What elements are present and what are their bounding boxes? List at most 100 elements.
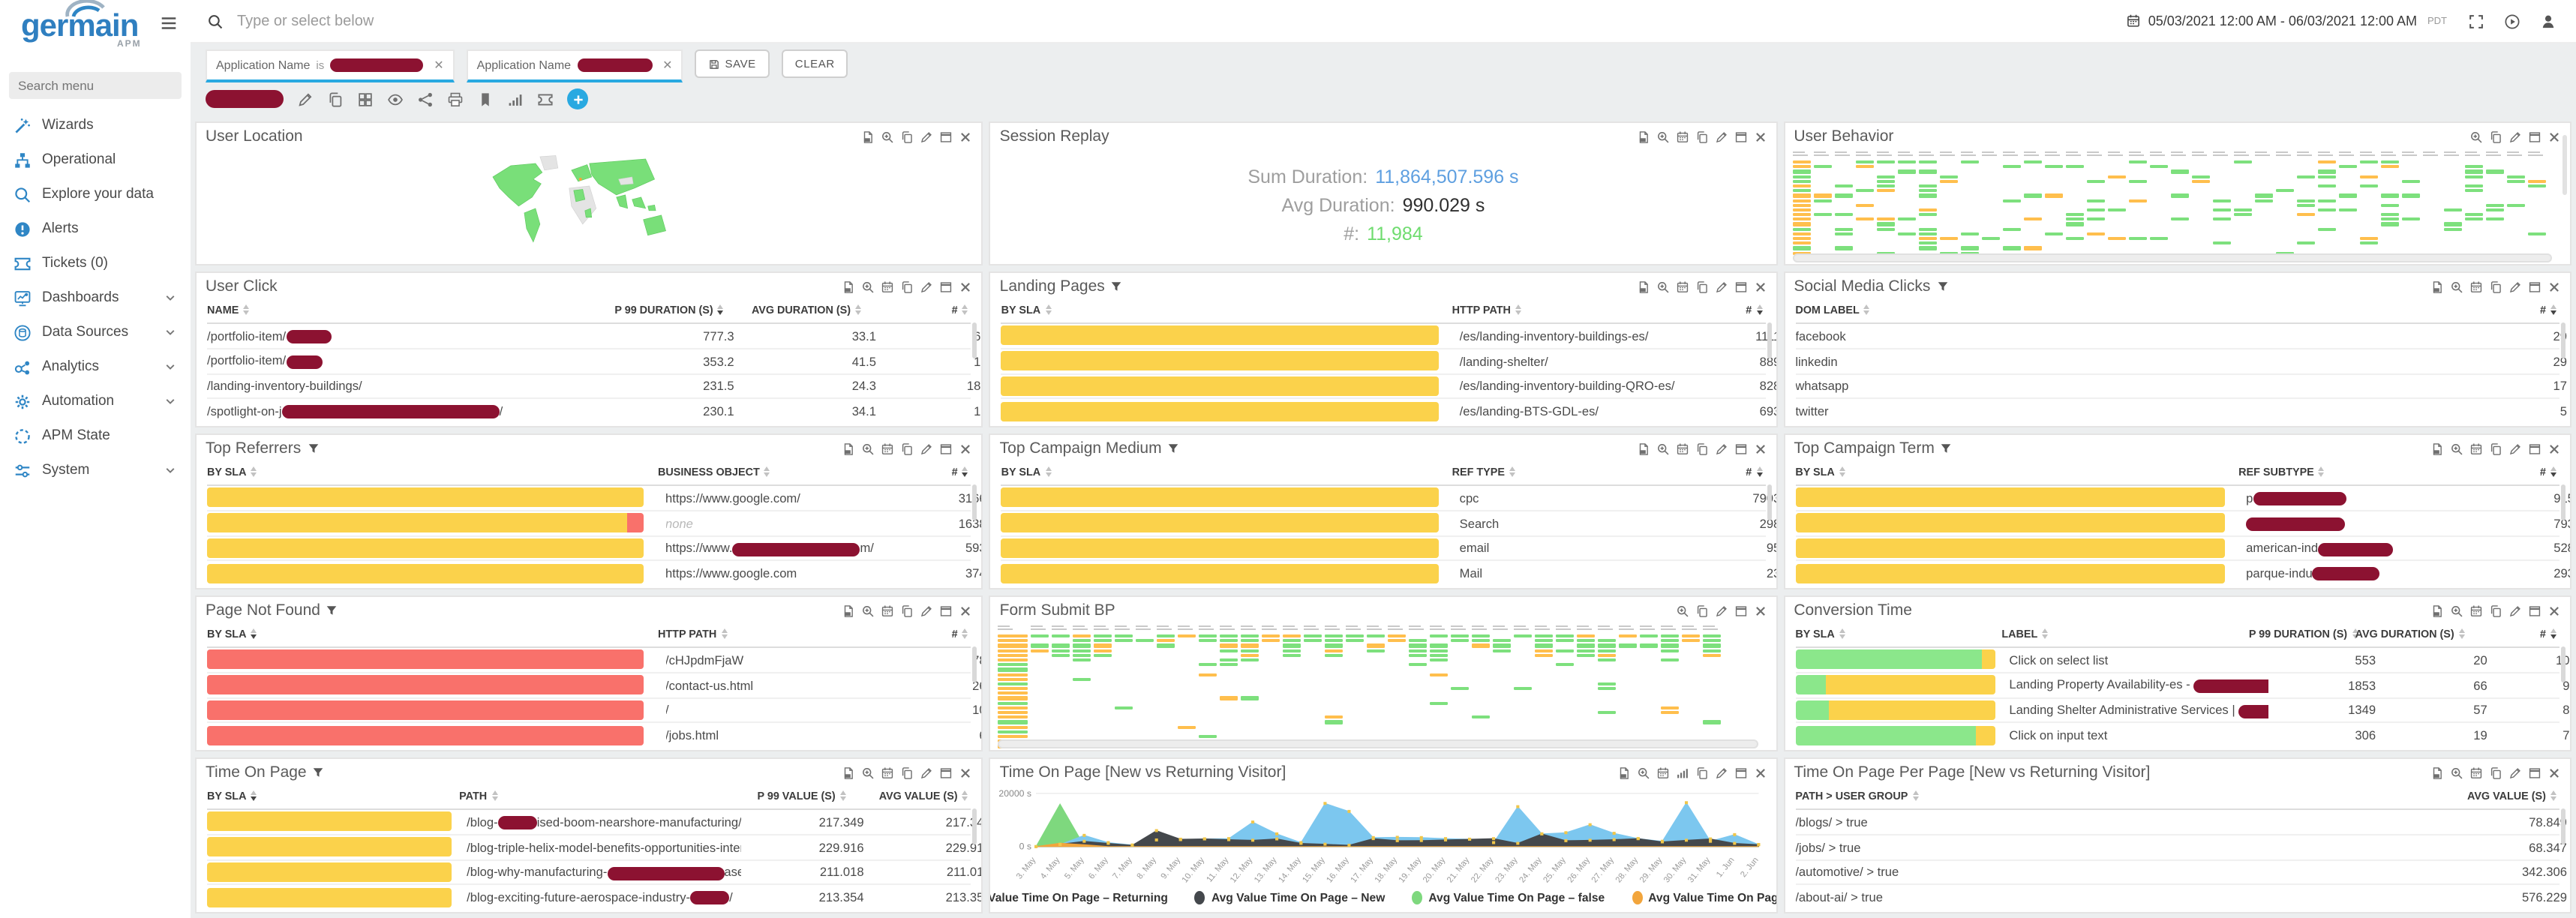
calendar-icon[interactable]	[881, 766, 895, 779]
scrollbar[interactable]	[973, 646, 977, 682]
sidebar-item-explore-your-data[interactable]: Explore your data	[0, 177, 191, 212]
window-icon[interactable]	[940, 766, 953, 779]
csv-icon[interactable]	[862, 130, 875, 143]
zoom-icon[interactable]	[1656, 442, 1669, 455]
eye-icon[interactable]	[387, 91, 404, 107]
table-row[interactable]: https://www.m/593	[207, 536, 971, 562]
filter-funnel-icon[interactable]	[1111, 280, 1123, 292]
window-icon[interactable]	[940, 604, 953, 617]
legend-item[interactable]: Avg Value Time On Page – false	[1412, 891, 1605, 904]
column-header[interactable]: NAME	[207, 303, 574, 316]
window-icon[interactable]	[1734, 604, 1747, 617]
csv-icon[interactable]	[842, 280, 856, 293]
window-icon[interactable]	[1734, 280, 1747, 293]
column-header[interactable]: BY SLA	[1795, 627, 2001, 640]
table-row[interactable]: cpc7903	[1001, 486, 1766, 512]
window-icon[interactable]	[2528, 130, 2541, 143]
copy-icon[interactable]	[1695, 766, 1708, 779]
copy-icon[interactable]	[901, 280, 914, 293]
column-header[interactable]: REF SUBTYPE	[2238, 465, 2498, 478]
table-row[interactable]: /landing-shelter/889	[1001, 350, 1766, 375]
zoom-icon[interactable]	[1675, 604, 1689, 617]
window-icon[interactable]	[2528, 442, 2541, 455]
sidebar-item-tickets-0[interactable]: Tickets (0)	[0, 246, 191, 280]
column-header[interactable]: #	[2498, 303, 2559, 316]
table-row[interactable]: facebook29	[1795, 324, 2559, 350]
close-icon[interactable]	[959, 766, 973, 779]
column-header[interactable]: BY SLA	[207, 789, 459, 802]
close-icon[interactable]	[2547, 766, 2561, 779]
table-row[interactable]: /es/landing-BTS-GDL-es/693	[1001, 400, 1766, 424]
pencil-icon[interactable]	[297, 91, 314, 107]
column-header[interactable]: BY SLA	[1001, 465, 1452, 478]
table-row[interactable]: /portfolio-item/777.333.167	[207, 324, 971, 350]
pencil-icon[interactable]	[920, 604, 934, 617]
csv-icon[interactable]	[1636, 130, 1650, 143]
table-row[interactable]: /es/landing-inventory-buildings-es/1111	[1001, 324, 1766, 350]
pencil-icon[interactable]	[920, 130, 934, 143]
horizontal-scrollbar[interactable]	[1792, 254, 2552, 262]
column-header[interactable]: BUSINESS OBJECT	[658, 465, 910, 478]
column-header[interactable]: DOM LABEL	[1795, 303, 2498, 316]
table-row[interactable]: Landing Property Availability-es - 18536…	[1795, 674, 2559, 699]
sidebar-item-dashboards[interactable]: Dashboards	[0, 280, 191, 315]
copy-icon[interactable]	[901, 130, 914, 143]
fullscreen-icon[interactable]	[2468, 13, 2484, 29]
copy-icon[interactable]	[901, 766, 914, 779]
sidebar-item-analytics[interactable]: Analytics	[0, 350, 191, 384]
close-icon[interactable]	[2547, 442, 2561, 455]
pencil-icon[interactable]	[920, 766, 934, 779]
pencil-icon[interactable]	[1714, 130, 1728, 143]
column-header[interactable]: #	[910, 465, 971, 478]
column-header[interactable]: HTTP PATH	[658, 627, 910, 640]
zoom-icon[interactable]	[2450, 604, 2463, 617]
pencil-icon[interactable]	[1714, 766, 1728, 779]
time-on-page-area-chart[interactable]: 20000 s0 s3. May4. May5. May6. May7. May…	[991, 783, 1776, 912]
window-icon[interactable]	[2528, 280, 2541, 293]
filter-funnel-icon[interactable]	[1941, 442, 1953, 454]
table-row[interactable]: https://www.google.com374	[207, 562, 971, 586]
window-icon[interactable]	[2528, 604, 2541, 617]
csv-icon[interactable]	[1636, 280, 1650, 293]
zoom-icon[interactable]	[2450, 280, 2463, 293]
pencil-icon[interactable]	[2508, 604, 2522, 617]
column-header[interactable]: P 99 DURATION (S)	[574, 303, 727, 316]
window-icon[interactable]	[1734, 766, 1747, 779]
scrollbar[interactable]	[973, 322, 977, 358]
add-widget-button[interactable]	[567, 88, 588, 110]
pencil-icon[interactable]	[1714, 442, 1728, 455]
zoom-icon[interactable]	[881, 130, 895, 143]
chart-icon[interactable]	[1675, 766, 1689, 779]
copy-icon[interactable]	[1695, 442, 1708, 455]
table-row[interactable]: p915	[1795, 486, 2559, 512]
zoom-icon[interactable]	[1656, 280, 1669, 293]
user-icon[interactable]	[2540, 13, 2556, 29]
table-row[interactable]: /portfolio-item/353.241.518	[207, 350, 971, 375]
pencil-icon[interactable]	[2508, 766, 2522, 779]
copy-icon[interactable]	[2489, 130, 2502, 143]
table-row[interactable]: /blog-ised-boom-nearshore-manufacturing/…	[207, 810, 971, 836]
csv-icon[interactable]	[2430, 280, 2444, 293]
calendar-icon[interactable]	[2469, 280, 2483, 293]
scrollbar[interactable]	[2561, 808, 2565, 844]
copy-icon[interactable]	[2489, 604, 2502, 617]
table-row[interactable]: twitter5	[1795, 400, 2559, 424]
filter-funnel-icon[interactable]	[1936, 280, 1948, 292]
calendar-icon[interactable]	[2469, 442, 2483, 455]
close-icon[interactable]	[1753, 766, 1767, 779]
close-icon[interactable]	[959, 130, 973, 143]
zoom-icon[interactable]	[2450, 442, 2463, 455]
hamburger-icon[interactable]	[159, 14, 179, 33]
column-header[interactable]: AVG DURATION (S)	[2361, 627, 2468, 640]
column-header[interactable]: REF TYPE	[1452, 465, 1704, 478]
window-icon[interactable]	[940, 442, 953, 455]
legend-item[interactable]: Avg Value Time On Page – Returning	[989, 891, 1168, 904]
calendar-icon[interactable]	[1675, 442, 1689, 455]
csv-icon[interactable]	[2430, 766, 2444, 779]
pencil-icon[interactable]	[2508, 280, 2522, 293]
column-header[interactable]: #	[2468, 627, 2559, 640]
column-header[interactable]: AVG DURATION (S)	[727, 303, 864, 316]
table-row[interactable]: /spotlight-on-j/230.134.110	[207, 400, 971, 424]
table-row[interactable]: /about-ai/ > true576.229	[1795, 886, 2559, 910]
close-icon[interactable]	[1753, 442, 1767, 455]
